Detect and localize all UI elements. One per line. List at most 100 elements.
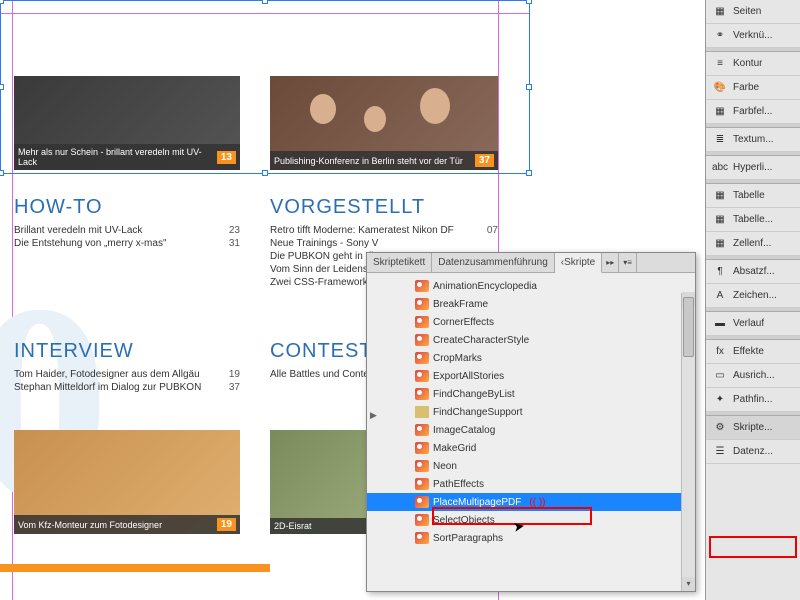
toc-line[interactable]: Tom Haider, Fotodesigner aus dem Allgäu 1…: [14, 369, 240, 380]
panel-icon: 🎨: [711, 81, 729, 95]
panel-item-skripte[interactable]: ⚙Skripte...: [706, 416, 800, 440]
panel-item-pathfin[interactable]: ✦Pathfin...: [706, 388, 800, 412]
script-findchangesupport[interactable]: FindChangeSupport: [367, 403, 695, 421]
script-sortparagraphs[interactable]: SortParagraphs: [367, 529, 695, 547]
toc-line[interactable]: Neue Trainings - Sony V: [270, 238, 498, 249]
panel-menu[interactable]: ▾≡: [619, 253, 637, 272]
script-cropmarks[interactable]: CropMarks: [367, 349, 695, 367]
panel-icon: ▦: [711, 237, 729, 251]
cursor-icon: ➤: [512, 517, 527, 536]
panel-label: Zeichen...: [733, 290, 777, 301]
toc-line[interactable]: Die Entstehung von „merry x-mas"31: [14, 238, 240, 249]
panel-item-zeichen[interactable]: A Zeichen...: [706, 284, 800, 308]
script-selectobjects[interactable]: SelectObjects: [367, 511, 695, 529]
script-neon[interactable]: Neon: [367, 457, 695, 475]
panel-item-datenz[interactable]: ☰ Datenz...: [706, 440, 800, 464]
panel-icon: A: [711, 289, 729, 303]
article-image-1[interactable]: Mehr als nur Schein - brillant veredeln …: [14, 76, 240, 170]
toc-text: Die PUBKON geht in die: [270, 251, 379, 262]
script-breakframe[interactable]: BreakFrame: [367, 295, 695, 313]
panel-icon: ✦: [711, 393, 729, 407]
script-name: CreateCharacterStyle: [433, 335, 529, 346]
script-exportallstories[interactable]: ExportAllStories: [367, 367, 695, 385]
panel-label: Hyperli...: [733, 162, 772, 173]
panel-item-tabelle[interactable]: ▦Tabelle: [706, 184, 800, 208]
script-imagecatalog[interactable]: ImageCatalog: [367, 421, 695, 439]
scroll-down[interactable]: ▾: [682, 577, 695, 591]
script-icon: [415, 352, 429, 364]
script-createcharacterstyle[interactable]: CreateCharacterStyle: [367, 331, 695, 349]
panel-item-absatzf[interactable]: ¶Absatzf...: [706, 260, 800, 284]
panel-item-verkn[interactable]: ⚭Verknü...: [706, 24, 800, 48]
panel-label: Datenz...: [733, 446, 773, 457]
script-name: FindChangeByList: [433, 389, 515, 400]
script-patheffects[interactable]: PathEffects: [367, 475, 695, 493]
panel-label: Tabelle: [733, 190, 765, 201]
script-name: BreakFrame: [433, 299, 488, 310]
panel-item-verlauf[interactable]: ▬Verlauf: [706, 312, 800, 336]
tab-skripte[interactable]: ‹ Skripte: [555, 253, 602, 273]
script-placemultipagepdf[interactable]: PlaceMultipagePDF(( )): [367, 493, 695, 511]
folder-icon: [415, 406, 429, 418]
panel-icon: ▦: [711, 105, 729, 119]
panel-item-effekte[interactable]: fxEffekte: [706, 340, 800, 364]
panel-item-seiten[interactable]: ▦ Seiten: [706, 0, 800, 24]
article-image-4[interactable]: 2D-Eisrat: [270, 430, 380, 534]
panel-label: Textum...: [733, 134, 774, 145]
panel-icon: ▦: [711, 213, 729, 227]
article-image-3[interactable]: Vom Kfz-Monteur zum Fotodesigner19: [14, 430, 240, 534]
script-icon: [415, 316, 429, 328]
expand-triangle[interactable]: ▶: [370, 410, 377, 421]
panel-label: Farbfel...: [733, 106, 772, 117]
panel-label: Kontur: [733, 58, 762, 69]
script-cornereffects[interactable]: CornerEffects: [367, 313, 695, 331]
script-makegrid[interactable]: MakeGrid: [367, 439, 695, 457]
panel-icon: ▦: [711, 5, 729, 19]
panel-label: Verlauf: [733, 318, 764, 329]
toc-line[interactable]: Retro tifft Moderne: Kameratest Nikon DF…: [270, 225, 498, 236]
panel-item-hyperli[interactable]: abcHyperli...: [706, 156, 800, 180]
toc-text: Stephan Mitteldorf im Dialog zur PUBKON: [14, 382, 201, 393]
panel-item-farbe[interactable]: 🎨Farbe: [706, 76, 800, 100]
caption-text: Publishing-Konferenz in Berlin steht vor…: [274, 156, 463, 166]
toc-line[interactable]: Brillant veredeln mit UV-Lack23: [14, 225, 240, 236]
script-name: CornerEffects: [433, 317, 494, 328]
panel-menu-prev[interactable]: ▸▸: [602, 253, 619, 272]
scroll-thumb[interactable]: [683, 297, 694, 357]
panel-item-zellenf[interactable]: ▦ Zellenf...: [706, 232, 800, 256]
section-title-vorgestellt: VORGESTELLT: [270, 196, 498, 219]
panel-item-ausrich[interactable]: ▭Ausrich...: [706, 364, 800, 388]
tab-datenzusammenfuehrung[interactable]: Datenzusammenführung: [432, 253, 555, 272]
panel-icon: ⚙: [711, 421, 729, 435]
panel-label: Effekte: [733, 346, 764, 357]
section-title-interview: INTERVIEW: [14, 340, 240, 363]
panel-item-farbfel[interactable]: ▦ Farbfel...: [706, 100, 800, 124]
panel-label: Verknü...: [733, 30, 772, 41]
toc-page: 31: [229, 238, 240, 249]
toc-page: 23: [229, 225, 240, 236]
panel-icon: ¶: [711, 265, 729, 279]
panel-item-tabelle[interactable]: ▦Tabelle...: [706, 208, 800, 232]
script-icon: [415, 478, 429, 490]
caption-number: 19: [217, 518, 236, 531]
toc-page: 07: [487, 225, 498, 236]
panel-label: Seiten: [733, 6, 761, 17]
script-animationencyclopedia[interactable]: AnimationEncyclopedia: [367, 277, 695, 295]
panel-label: Ausrich...: [733, 370, 775, 381]
script-name: CropMarks: [433, 353, 482, 364]
panel-label: Zellenf...: [733, 238, 771, 249]
script-name: SelectObjects: [433, 515, 495, 526]
article-image-2[interactable]: Publishing-Konferenz in Berlin steht vor…: [270, 76, 498, 170]
toc-text: Zwei CSS-Frameworks: [270, 277, 373, 288]
scrollbar[interactable]: ▴ ▾: [681, 293, 695, 591]
toc-page: 19: [229, 369, 240, 380]
panel-item-textum[interactable]: ≣Textum...: [706, 128, 800, 152]
script-findchangebylist[interactable]: FindChangeByList: [367, 385, 695, 403]
tab-skriptetikett[interactable]: Skriptetikett: [367, 253, 432, 272]
panel-item-kontur[interactable]: ≡Kontur: [706, 52, 800, 76]
script-icon: [415, 460, 429, 472]
scripts-panel[interactable]: Skriptetikett Datenzusammenführung ‹ Skr…: [366, 252, 696, 592]
panel-icon: ☰: [711, 445, 729, 459]
toc-line[interactable]: Stephan Mitteldorf im Dialog zur PUBKON3…: [14, 382, 240, 393]
toc-text: Tom Haider, Fotodesigner aus dem Allgäu: [14, 369, 200, 380]
